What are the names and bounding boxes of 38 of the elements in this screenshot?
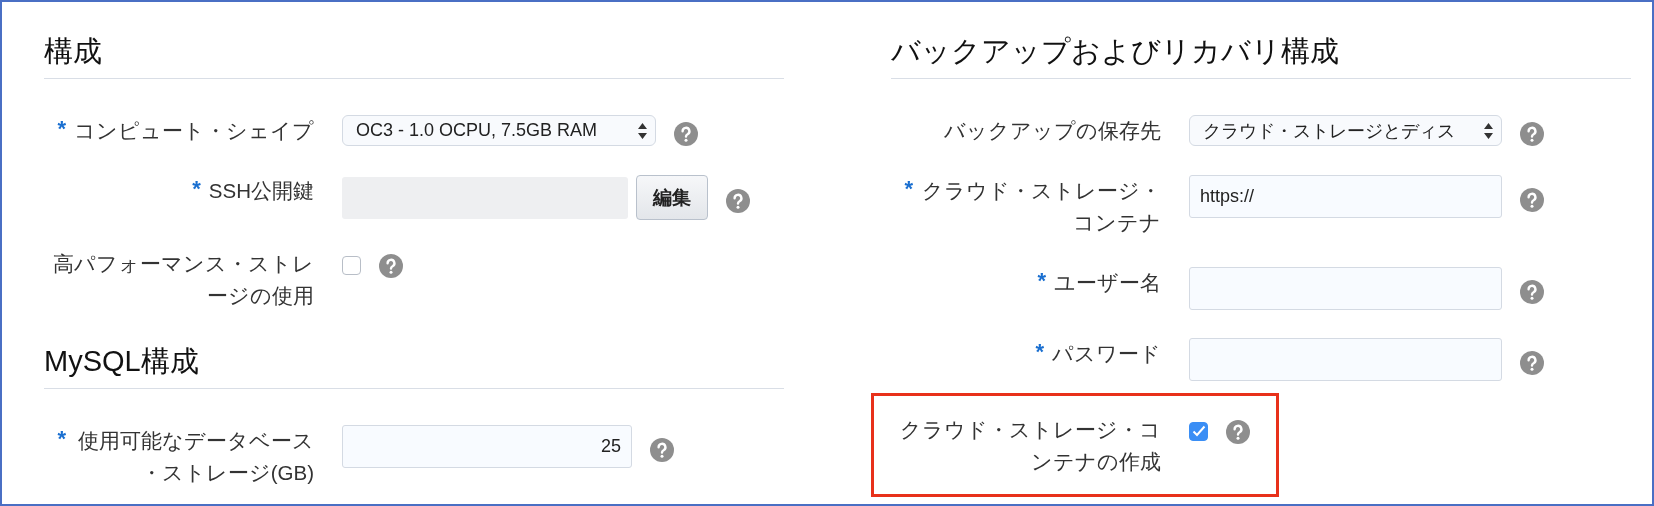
input-field[interactable]: https:// (1189, 175, 1502, 218)
help-icon[interactable] (1520, 279, 1544, 304)
updown-icon (638, 122, 647, 139)
field-label: SSH公開鍵 (208, 178, 314, 204)
checkbox[interactable] (1189, 421, 1208, 441)
required-mark: * (1034, 338, 1044, 366)
field-label: パスワード (1052, 341, 1161, 367)
field-label: クラウド・ストレージ・コンテナの作成 (899, 417, 1161, 475)
help-icon[interactable] (650, 437, 674, 462)
field-label: ユーザー名 (1054, 270, 1161, 296)
required-mark: * (1036, 267, 1046, 295)
field-label: 使用可能なデータベース・ストレージ(GB) (77, 428, 314, 486)
section-heading: MySQL構成 (44, 342, 784, 389)
field-label: 高パフォーマンス・ストレージの使用 (52, 251, 314, 309)
field-label: バックアップの保存先 (944, 118, 1161, 144)
help-icon[interactable] (1520, 121, 1544, 146)
help-icon[interactable] (1520, 187, 1544, 212)
input-field[interactable] (1189, 338, 1502, 381)
field-label: クラウド・ストレージ・コンテナ (921, 178, 1161, 236)
section-heading: バックアップおよびリカバリ構成 (891, 32, 1631, 79)
input-field[interactable] (1189, 267, 1502, 310)
number-field[interactable]: 25 (342, 425, 632, 468)
required-mark: * (56, 115, 66, 143)
required-mark: * (903, 175, 913, 203)
field-label: コンピュート・シェイプ (74, 118, 314, 144)
required-mark: * (191, 175, 201, 203)
section-heading: 構成 (44, 32, 784, 79)
select-field[interactable]: クラウド・ストレージとディス (1189, 115, 1502, 146)
required-mark: * (56, 425, 66, 453)
select-field[interactable]: OC3 - 1.0 OCPU, 7.5GB RAM (342, 115, 656, 146)
help-icon[interactable] (1520, 350, 1544, 375)
updown-icon (1484, 122, 1493, 139)
edit-button[interactable]: 編集 (636, 175, 708, 220)
help-icon[interactable] (1226, 420, 1250, 444)
help-icon[interactable] (379, 254, 403, 278)
checkbox[interactable] (342, 255, 361, 275)
help-icon[interactable] (674, 121, 698, 146)
help-icon[interactable] (726, 188, 750, 213)
